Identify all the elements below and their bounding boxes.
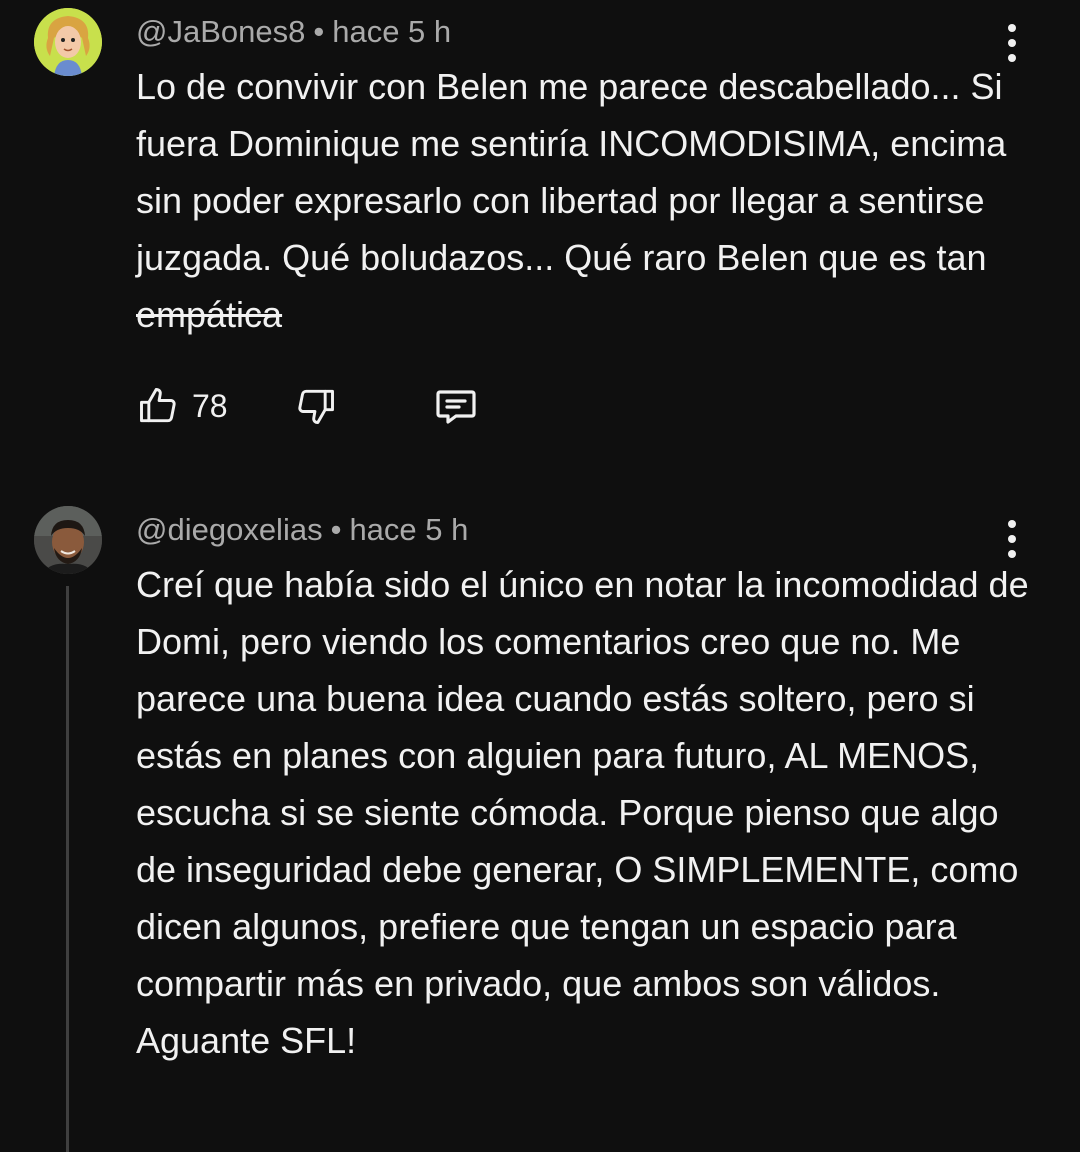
avatar[interactable] (34, 506, 102, 574)
comment-time: hace 5 h (332, 14, 452, 49)
comment-text-plain: Creí que había sido el único en notar la… (136, 564, 1029, 1061)
thumbs-down-icon (298, 389, 334, 424)
comment-meta: @JaBones8 • hace 5 h (136, 12, 451, 52)
comment-time: hace 5 h (349, 512, 469, 547)
comment-1: @JaBones8 • hace 5 h Lo de convivir con Be… (0, 0, 1080, 470)
author-name[interactable]: @JaBones8 (136, 14, 305, 49)
thumbs-up-icon (140, 388, 176, 423)
meta-separator: • (330, 512, 342, 547)
avatar[interactable] (34, 8, 102, 76)
cartoon-girl-avatar-icon (34, 8, 102, 76)
comment-text: Creí que había sido el único en notar la… (136, 556, 1036, 1069)
reply-button[interactable] (432, 381, 480, 431)
author-name[interactable]: @diegoxelias (136, 512, 323, 547)
comment-meta: @diegoxelias • hace 5 h (136, 510, 468, 550)
more-vertical-icon (1008, 520, 1016, 528)
meta-separator: • (313, 14, 325, 49)
man-photo-avatar-icon (34, 506, 102, 574)
like-count: 78 (192, 387, 228, 424)
comment-text-strikethrough: empática (136, 294, 283, 335)
like-button[interactable]: 78 (136, 381, 228, 431)
menu-dot (1008, 39, 1016, 47)
comment-text-plain: Lo de convivir con Belen me parece desca… (136, 66, 1007, 278)
more-vertical-icon (1008, 24, 1016, 32)
comment-text: Lo de convivir con Belen me parece desca… (136, 58, 1036, 343)
dislike-button[interactable] (294, 381, 338, 431)
menu-dot (1008, 535, 1016, 543)
reply-comment-icon (436, 390, 476, 424)
comment-2: @diegoxelias • hace 5 h Creí que había sid… (0, 490, 1080, 1152)
reply-thread-line (66, 586, 69, 1152)
comment-actions: 78 (136, 381, 496, 431)
